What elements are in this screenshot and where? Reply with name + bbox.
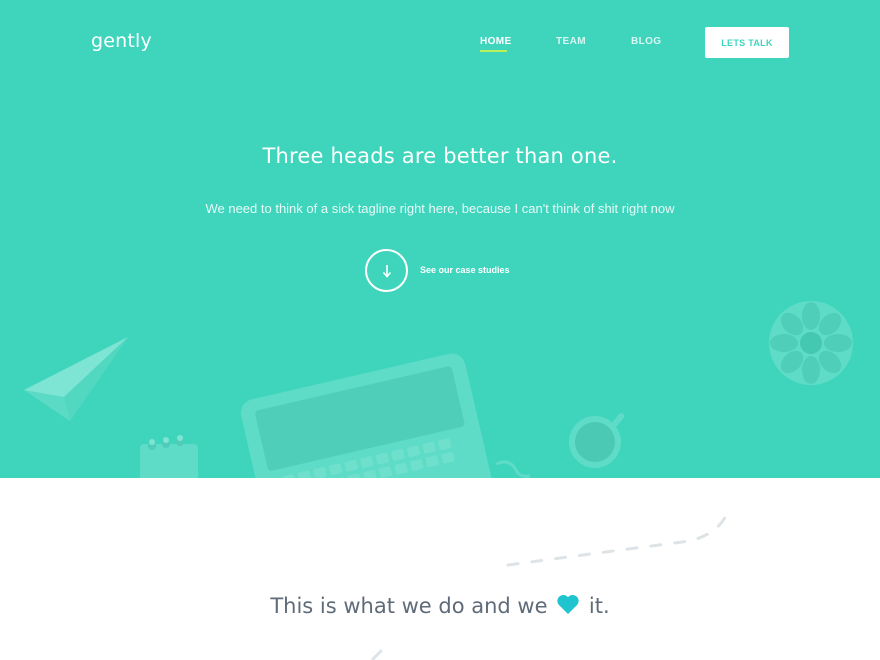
coffee-mug-icon — [569, 413, 625, 468]
nav-item-blog[interactable]: BLOG — [631, 36, 662, 47]
dashed-path-decoration — [506, 509, 730, 567]
plant-icon — [769, 301, 853, 385]
paper-plane-icon — [24, 337, 128, 421]
scroll-down-button[interactable] — [365, 249, 408, 292]
hero-headline: Three heads are better than one. — [262, 144, 618, 168]
laptop-icon — [240, 353, 531, 478]
dashed-path-fragment — [371, 649, 383, 660]
section-title: This is what we do and we it. — [0, 594, 880, 618]
section-title-end: it. — [588, 594, 610, 618]
lets-talk-button[interactable]: LETS TALK — [705, 27, 789, 58]
nav-item-home[interactable]: HOME — [480, 36, 512, 47]
nav-active-underline — [480, 50, 507, 52]
hero-tagline: We need to think of a sick tagline right… — [205, 201, 675, 216]
logo[interactable]: gently — [91, 30, 152, 52]
notepad-icon — [140, 435, 198, 478]
hero-section: gently HOME TEAM BLOG LETS TALK Three he… — [0, 0, 880, 478]
nav-item-team[interactable]: TEAM — [556, 36, 586, 47]
case-studies-link[interactable]: See our case studies — [420, 265, 510, 275]
section-title-start: This is what we do and we — [270, 594, 548, 618]
arrow-down-icon — [382, 264, 391, 278]
heart-icon — [557, 594, 579, 614]
lets-talk-label: LETS TALK — [721, 37, 773, 48]
